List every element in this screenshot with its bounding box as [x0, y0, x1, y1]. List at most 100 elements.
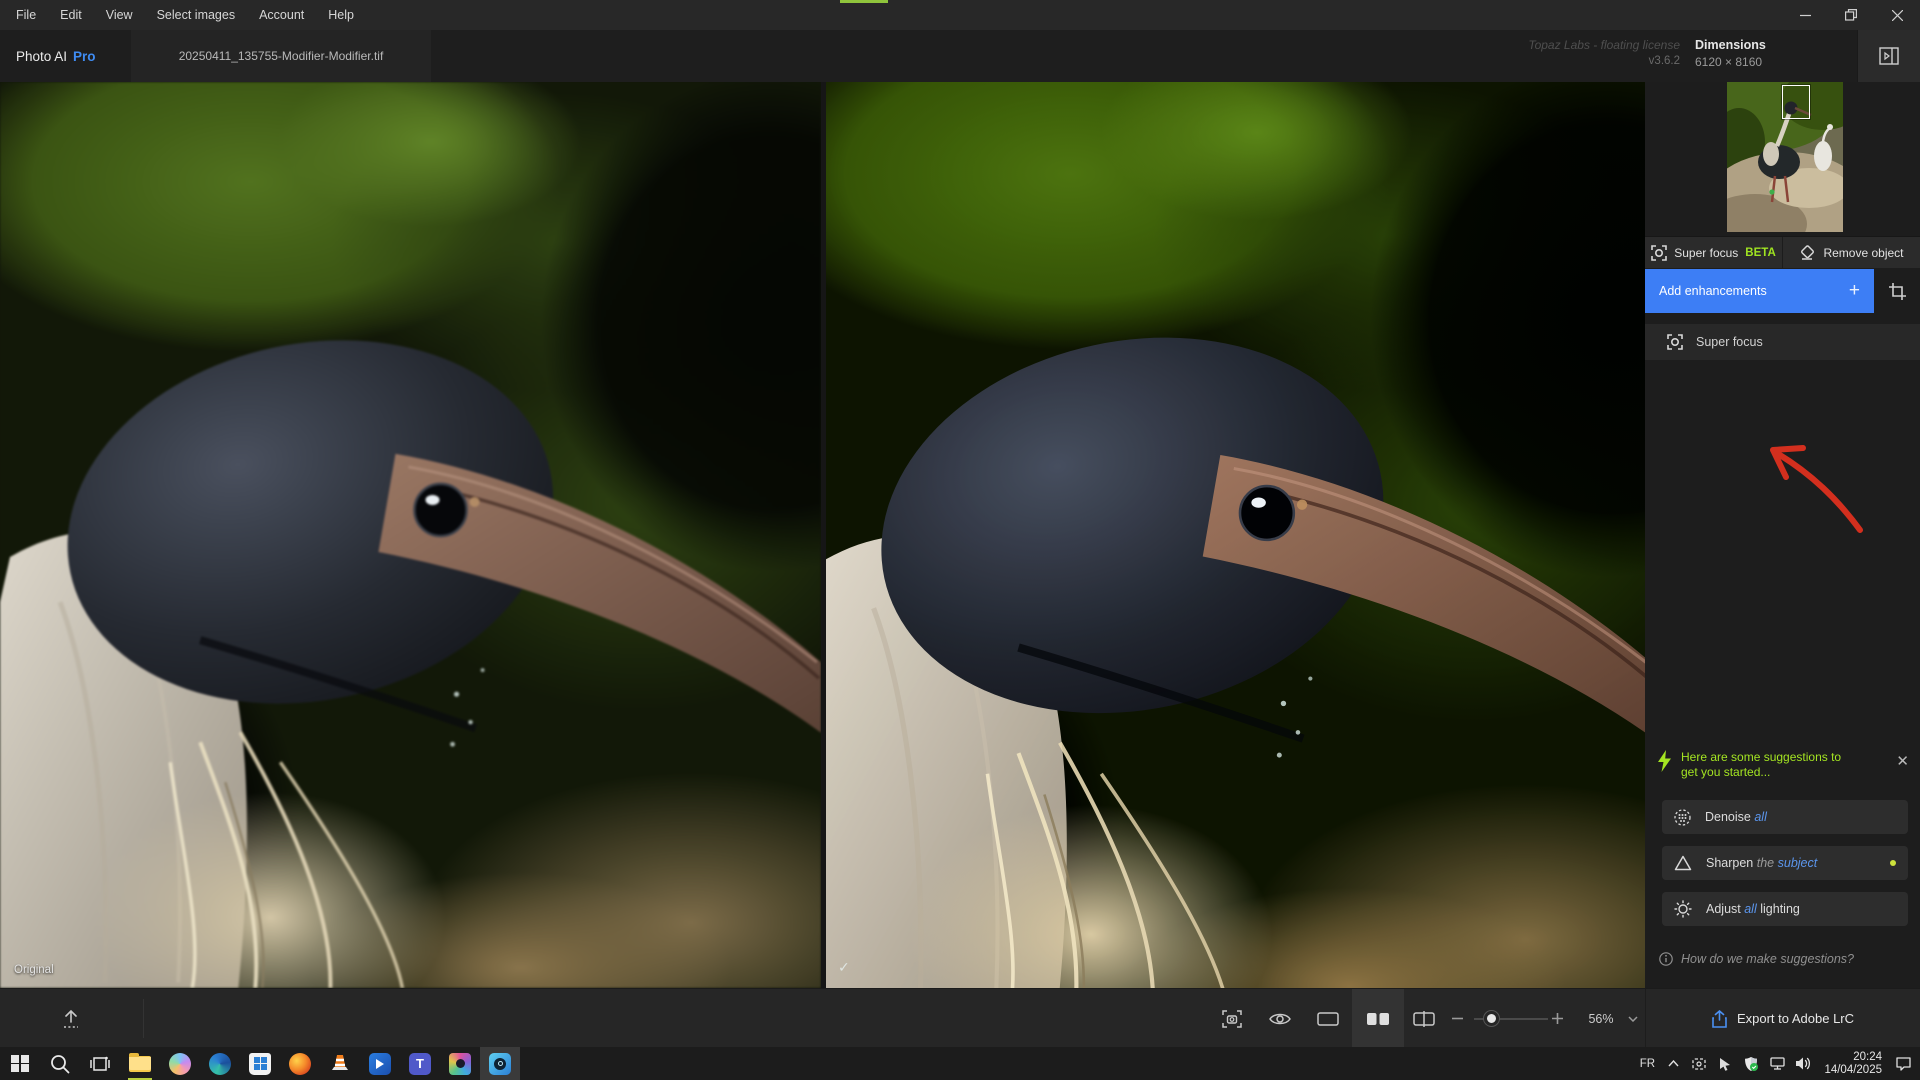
split-view-button[interactable]: [1401, 989, 1447, 1048]
thumbnail-view-rect[interactable]: [1782, 85, 1810, 119]
preview-toggle-button[interactable]: [1257, 989, 1303, 1048]
volume-tray-icon[interactable]: [1792, 1047, 1814, 1080]
annotation-red-arrow: [1740, 362, 1870, 542]
dimensions-value: 6120 × 8160: [1695, 55, 1766, 69]
pro-badge: Pro: [73, 49, 96, 64]
copilot-icon: [169, 1053, 191, 1075]
side-by-side-view-button[interactable]: [1352, 989, 1404, 1048]
menu-account[interactable]: Account: [247, 0, 316, 30]
menu-select-images[interactable]: Select images: [145, 0, 248, 30]
chevron-down-icon: [1628, 1016, 1638, 1022]
taskbar-vlc[interactable]: [320, 1047, 360, 1080]
export-icon: [1712, 1010, 1727, 1028]
vlc-icon: [329, 1053, 351, 1075]
cursor-icon: [1718, 1057, 1732, 1071]
taskbar-topaz-photo-ai[interactable]: [480, 1047, 520, 1080]
start-button[interactable]: [0, 1047, 40, 1080]
taskbar-edge[interactable]: [200, 1047, 240, 1080]
taskbar-file-explorer[interactable]: [120, 1047, 160, 1080]
ethernet-icon: [1769, 1056, 1786, 1071]
info-icon: [1659, 952, 1673, 966]
zoom-dropdown-button[interactable]: [1620, 989, 1646, 1048]
tray-expand-button[interactable]: [1662, 1047, 1684, 1080]
menu-view[interactable]: View: [94, 0, 145, 30]
tab-remove-object-label: Remove object: [1823, 246, 1903, 260]
title-bar: File Edit View Select images Account Hel…: [0, 0, 1920, 30]
export-button[interactable]: Export to Adobe LrC: [1645, 989, 1920, 1048]
suggestion-adjust-lighting[interactable]: Adjust all lighting: [1662, 892, 1908, 926]
close-icon: [1892, 10, 1903, 21]
zoom-out-button[interactable]: [1445, 989, 1469, 1048]
close-button[interactable]: [1874, 0, 1920, 30]
windows-security-tray-icon[interactable]: [1740, 1047, 1762, 1080]
processed-check-icon: ✓: [838, 959, 850, 976]
menu-file[interactable]: File: [0, 0, 48, 30]
suggestion-label: Adjust all lighting: [1706, 902, 1800, 916]
original-label: Original: [14, 964, 54, 976]
zoom-in-button[interactable]: [1545, 989, 1569, 1048]
suggestions-close-button[interactable]: ✕: [1896, 752, 1909, 770]
snip-tool-tray-icon[interactable]: [1688, 1047, 1710, 1080]
menu-edit[interactable]: Edit: [48, 0, 94, 30]
side-panel: Super focus BETA Remove object Add enhan…: [1645, 82, 1920, 988]
add-enhancements-button[interactable]: Add enhancements +: [1645, 269, 1874, 313]
task-view-button[interactable]: [80, 1047, 120, 1080]
taskbar-copilot[interactable]: [160, 1047, 200, 1080]
chevron-up-icon: [1668, 1060, 1679, 1067]
taskbar-teams[interactable]: T: [400, 1047, 440, 1080]
add-enhancements-row: Add enhancements +: [1645, 269, 1920, 313]
crop-button[interactable]: [1874, 269, 1920, 313]
screen-capture-icon: [1691, 1057, 1707, 1071]
minimize-icon: [1800, 10, 1811, 21]
taskbar-search-button[interactable]: [40, 1047, 80, 1080]
file-tab-label: 20250411_135755-Modifier-Modifier.tif: [179, 49, 384, 63]
taskbar: T FR: [0, 1047, 1920, 1080]
suggestion-status-dot: [1890, 860, 1896, 866]
minimize-button[interactable]: [1782, 0, 1828, 30]
taskbar-movies-tv[interactable]: [360, 1047, 400, 1080]
system-tray: FR: [1636, 1047, 1920, 1080]
app-name: Photo AI: [16, 49, 67, 64]
zoom-level[interactable]: 56%: [1580, 989, 1622, 1048]
tab-remove-object[interactable]: Remove object: [1782, 237, 1920, 268]
license-info: Topaz Labs - floating license v3.6.2: [1528, 38, 1680, 67]
processed-image-pane[interactable]: [826, 82, 1645, 988]
suggestions-header-text: Here are some suggestions to get you sta…: [1681, 750, 1859, 780]
taskbar-microsoft-store[interactable]: [240, 1047, 280, 1080]
teams-icon: T: [409, 1053, 431, 1075]
notification-icon: [1895, 1056, 1912, 1071]
file-explorer-icon: [129, 1056, 151, 1072]
zoom-slider-knob[interactable]: [1484, 1011, 1499, 1026]
file-tab[interactable]: 20250411_135755-Modifier-Modifier.tif: [131, 30, 431, 82]
app-bar: Photo AI Pro 20250411_135755-Modifier-Mo…: [0, 30, 1920, 82]
suggestion-sharpen[interactable]: Sharpen the subject: [1662, 846, 1908, 880]
language-indicator[interactable]: FR: [1636, 1047, 1658, 1080]
lightning-icon: [1657, 750, 1673, 772]
network-tray-icon[interactable]: [1766, 1047, 1788, 1080]
single-view-icon: [1317, 1012, 1339, 1026]
crop-icon: [1889, 283, 1906, 300]
super-focus-icon: [1667, 334, 1683, 350]
enhancement-super-focus-row[interactable]: Super focus: [1645, 324, 1920, 360]
navigator-thumbnail[interactable]: [1727, 82, 1843, 232]
suggestion-denoise[interactable]: Denoise all: [1662, 800, 1908, 834]
single-view-button[interactable]: [1305, 989, 1351, 1048]
windows-logo-icon: [11, 1055, 29, 1073]
taskbar-clock[interactable]: 20:24 14/04/2025: [1824, 1051, 1882, 1077]
taskbar-photo-app[interactable]: [440, 1047, 480, 1080]
pointer-tray-icon[interactable]: [1714, 1047, 1736, 1080]
restore-button[interactable]: [1828, 0, 1874, 30]
beta-badge: BETA: [1745, 247, 1775, 259]
denoise-icon: [1674, 809, 1691, 826]
image-viewer: Original ✓: [0, 82, 1645, 988]
taskbar-firefox[interactable]: [280, 1047, 320, 1080]
panel-toggle-button[interactable]: [1857, 30, 1920, 82]
original-image-pane[interactable]: [0, 82, 821, 988]
suggestions-footer-link[interactable]: How do we make suggestions?: [1659, 952, 1854, 966]
export-share-button[interactable]: [48, 989, 94, 1048]
side-by-side-icon: [1366, 1012, 1390, 1026]
notification-center-button[interactable]: [1892, 1047, 1914, 1080]
menu-help[interactable]: Help: [316, 0, 366, 30]
focus-preview-button[interactable]: [1209, 989, 1255, 1048]
tab-super-focus[interactable]: Super focus BETA: [1645, 237, 1782, 268]
